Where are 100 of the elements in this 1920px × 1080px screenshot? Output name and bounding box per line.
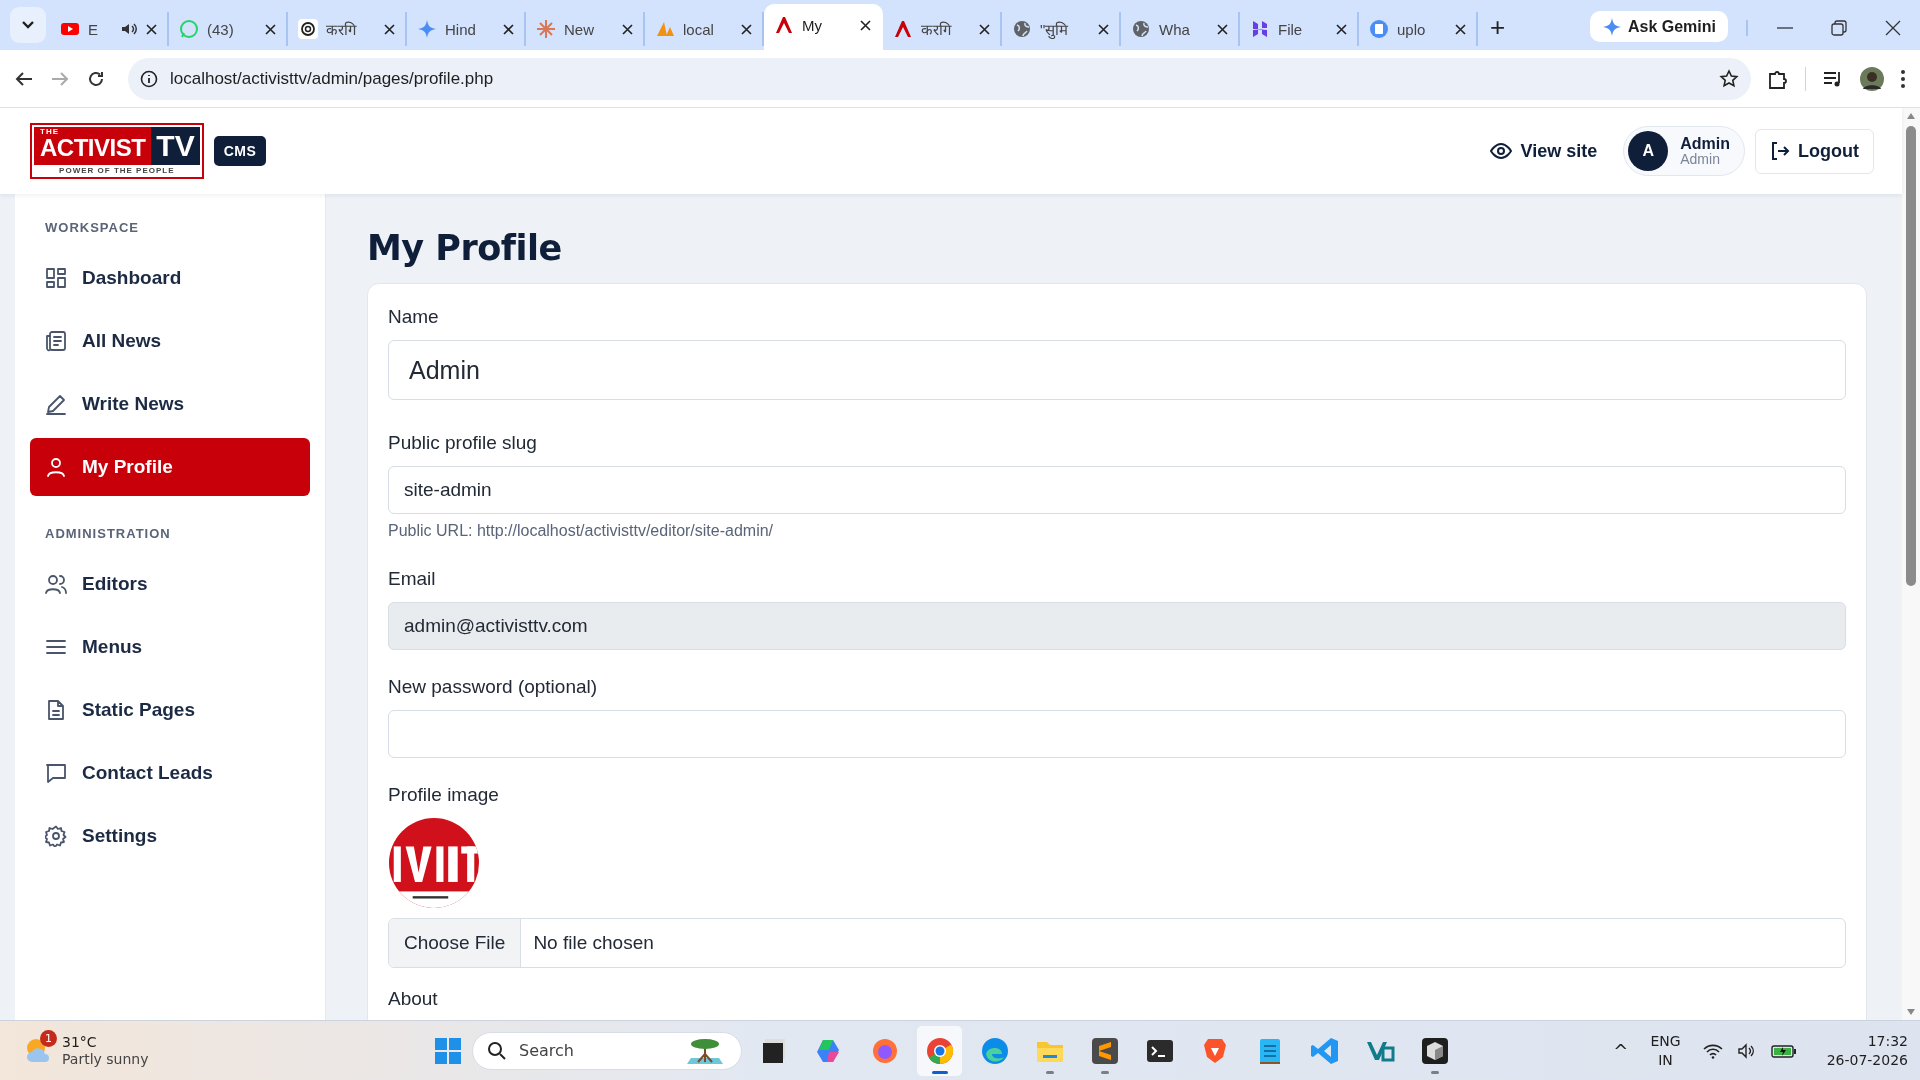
user-role: Admin [1680,152,1721,168]
browser-tab[interactable]: New [526,12,645,46]
scrollbar[interactable] [1906,112,1916,1016]
globe-icon [1012,19,1032,39]
cms-badge: CMS [213,136,267,166]
edge-icon [979,1035,1010,1066]
field-label: About [388,988,439,1010]
close-icon[interactable] [503,23,514,35]
weather-condition: Partly sunny [62,1051,149,1068]
password-field[interactable] [388,710,1846,758]
browser-tab[interactable]: (43) [169,12,288,46]
nav-item[interactable]: Settings [30,807,310,865]
knot-icon [298,19,318,39]
document-icon [45,699,67,721]
browser-tab[interactable]: करगि [288,12,407,46]
nav-item[interactable]: Dashboard [30,249,310,307]
wifi-icon [1702,1042,1723,1059]
pen-icon [45,393,67,415]
chat-bubble-icon [179,19,199,39]
newspaper-icon [45,330,67,352]
nav-item[interactable]: Write News [30,375,310,433]
email-field[interactable]: admin@activisttv.com [388,602,1846,650]
eye-icon [1489,140,1512,162]
info-icon [140,69,158,88]
burst-icon [536,19,556,39]
minimize-icon [1777,27,1793,29]
choose-file-button[interactable]: Choose File [389,919,522,967]
ask-gemini-button[interactable]: Ask Gemini [1589,11,1728,42]
chrome-icon [924,1035,955,1066]
star-icon [1719,68,1739,89]
volume-icon [1736,1042,1757,1059]
users-icon [45,573,67,595]
section-heading: WORKSPACE [45,220,140,235]
close-icon[interactable] [1098,23,1109,35]
close-icon[interactable] [622,23,633,35]
battery-icon [1770,1042,1797,1059]
scroll-down-icon [1906,1008,1916,1016]
user-name: Admin [1680,134,1730,153]
language-indicator[interactable]: ENG IN [1650,1031,1681,1070]
clock[interactable]: 17:32 26-07-2026 [1826,1031,1908,1070]
user-menu[interactable]: A Admin Admin [1623,126,1745,176]
close-icon[interactable] [979,23,990,35]
cube-icon [1419,1035,1450,1066]
field-label: Profile image [388,784,500,806]
url-text: localhost/activisttv/admin/pages/profile.php [170,68,495,89]
browser-tab[interactable]: "सुमि [1002,12,1121,46]
address-bar[interactable]: localhost/activisttv/admin/pages/profile.php [128,57,1751,100]
field-label: Email [388,568,437,590]
chevron-down-icon [21,20,35,30]
nav-item[interactable]: Static Pages [30,681,310,739]
disk-icon [1369,19,1389,39]
browser-tab[interactable]: Hind [407,12,526,46]
logout-icon [1770,141,1790,161]
help-text: Public URL: http://localhost/activisttv/editor/site-admin/ [388,522,775,540]
slug-field[interactable]: site-admin [388,466,1846,514]
name-field[interactable]: Admin [388,340,1846,400]
tab-list-button[interactable] [10,7,46,43]
close-icon [1885,20,1901,36]
close-icon[interactable] [1455,23,1466,35]
settings-icon [45,825,67,847]
more-icon [1900,68,1906,89]
field-label: Name [388,306,440,328]
mark-icon [893,19,913,39]
user-icon [45,456,67,478]
logout-button[interactable]: Logout [1755,128,1874,174]
close-icon[interactable] [384,23,395,35]
dashboard-icon [45,267,67,289]
page-title: My Profile [367,228,563,268]
nav-item[interactable]: All News [30,312,310,370]
show-hidden-icons[interactable]: ^ [1613,1040,1629,1061]
close-icon[interactable] [265,23,276,35]
view-site-link[interactable]: View site [1489,140,1598,162]
browser-tab[interactable]: File [1240,12,1359,46]
section-heading: ADMINISTRATION [45,526,172,541]
close-icon[interactable] [1336,23,1347,35]
restore-icon [1831,20,1847,36]
close-icon[interactable] [146,23,157,35]
new-tab-button[interactable]: + [1490,14,1506,40]
nav-item[interactable]: Editors [30,555,310,613]
browser-tab[interactable]: करगि [883,12,1002,46]
browser-tab[interactable]: Wha [1121,12,1240,46]
user-avatar: A [1628,131,1669,171]
nav-item[interactable]: Menus [30,618,310,676]
close-icon[interactable] [741,23,752,35]
search-icon [487,1040,507,1061]
file-input[interactable]: Choose File No file chosen [388,918,1846,968]
close-icon[interactable] [1217,23,1228,35]
browser-tab[interactable]: My [764,4,883,50]
scroll-up-icon [1906,112,1916,120]
nav-item[interactable]: My Profile [30,438,310,496]
avatar-icon [1860,66,1884,91]
nav-item[interactable]: Contact Leads [30,744,310,802]
search-field[interactable]: Search [472,1031,742,1070]
browser-tab[interactable]: E [50,12,169,46]
field-label: New password (optional) [388,676,599,698]
close-icon[interactable] [860,19,871,31]
globe-icon [1131,19,1151,39]
field-label: Public profile slug [388,432,538,454]
browser-tab[interactable]: uplo [1359,12,1478,46]
h-block-icon [1250,19,1270,39]
